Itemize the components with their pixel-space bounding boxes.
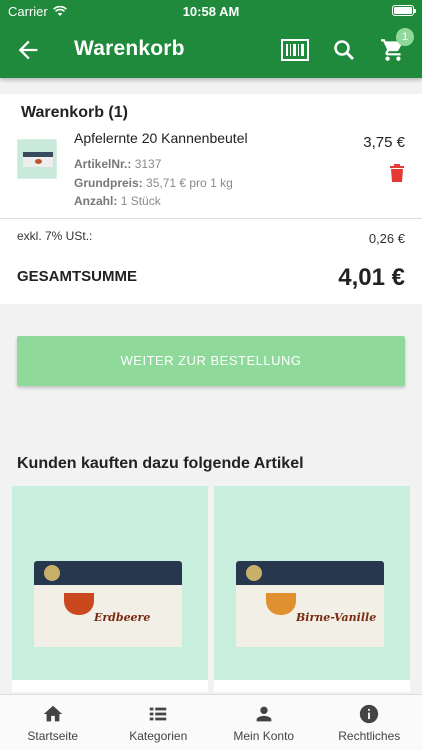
tea-cup-icon <box>64 593 94 615</box>
cart-count-badge: 1 <box>396 28 414 46</box>
page-title: Warenkorb <box>74 37 185 60</box>
tab-categories[interactable]: Kategorien <box>106 695 212 750</box>
battery-icon <box>392 5 416 16</box>
box-lid <box>34 561 182 585</box>
tea-cup-icon <box>266 593 296 615</box>
product-flavor: Erdbeere <box>94 611 151 624</box>
product-image: Birne-Vanille <box>236 561 384 647</box>
quantity-value: 1 Stück <box>120 194 161 208</box>
recommendations-heading: Kunden kauften dazu folgende Artikel <box>17 455 304 472</box>
recommended-product-card[interactable]: Birne-Vanille <box>214 486 410 692</box>
arrow-left-icon <box>18 40 38 60</box>
tab-account[interactable]: Mein Konto <box>211 695 317 750</box>
article-number-value: 3137 <box>134 157 162 171</box>
status-bar: Carrier 10:58 AM <box>0 0 422 22</box>
card-footer <box>12 680 208 692</box>
brand-logo-icon <box>44 565 60 581</box>
search-icon <box>334 40 354 60</box>
list-icon <box>150 707 167 721</box>
delete-item-button[interactable] <box>389 164 405 182</box>
tab-label: Kategorien <box>129 729 188 743</box>
cart-item-name[interactable]: Apfelernte 20 Kannenbeutel <box>74 130 248 146</box>
divider <box>0 218 422 219</box>
total-label: GESAMTSUMME <box>17 268 137 285</box>
checkout-button[interactable]: WEITER ZUR BESTELLUNG <box>17 336 405 386</box>
article-number-row: ArtikelNr.: 3137 <box>74 157 161 171</box>
recommended-product-card[interactable]: Erdbeere <box>12 486 208 692</box>
status-time: 10:58 AM <box>182 4 240 19</box>
base-price-row: Grundpreis: 35,71 € pro 1 kg <box>74 176 233 190</box>
back-button[interactable] <box>14 36 42 64</box>
quantity-row: Anzahl: 1 Stück <box>74 194 161 208</box>
bottom-tab-bar: Startseite Kategorien Mein Konto Rechtli… <box>0 694 422 750</box>
box-lid <box>236 561 384 585</box>
cart-summary-card: Warenkorb (1) Apfelernte 20 Kannenbeutel… <box>0 94 422 304</box>
barcode-icon <box>281 39 309 61</box>
brand-logo-icon <box>246 565 262 581</box>
tax-value: 0,26 € <box>368 231 405 246</box>
base-price-value: 35,71 € pro 1 kg <box>146 176 233 190</box>
search-button[interactable] <box>329 35 359 65</box>
product-image: Erdbeere <box>34 561 182 647</box>
home-icon <box>43 705 62 722</box>
tab-label: Mein Konto <box>233 729 295 743</box>
tax-label: exkl. 7% USt.: <box>17 229 93 243</box>
info-icon <box>360 704 379 724</box>
box-front: Birne-Vanille <box>236 585 384 647</box>
tab-label: Rechtliches <box>338 729 401 743</box>
product-thumbnail[interactable] <box>17 139 57 179</box>
tab-home[interactable]: Startseite <box>0 695 106 750</box>
card-footer <box>214 680 410 692</box>
tab-label: Startseite <box>27 729 79 743</box>
base-price-label: Grundpreis: <box>74 176 143 190</box>
cart-item-price: 3,75 € <box>363 134 405 151</box>
tea-cup-image <box>35 159 42 164</box>
app-bar: Warenkorb 1 <box>0 22 422 78</box>
article-number-label: ArtikelNr.: <box>74 157 132 171</box>
quantity-label: Anzahl: <box>74 194 118 208</box>
box-front: Erdbeere <box>34 585 182 647</box>
person-icon <box>256 706 272 722</box>
barcode-scan-button[interactable] <box>280 35 310 65</box>
product-flavor: Birne-Vanille <box>296 611 377 624</box>
total-value: 4,01 € <box>338 264 405 291</box>
cart-button[interactable]: 1 <box>378 28 414 65</box>
tab-legal[interactable]: Rechtliches <box>317 695 422 750</box>
cart-heading: Warenkorb (1) <box>21 104 128 121</box>
